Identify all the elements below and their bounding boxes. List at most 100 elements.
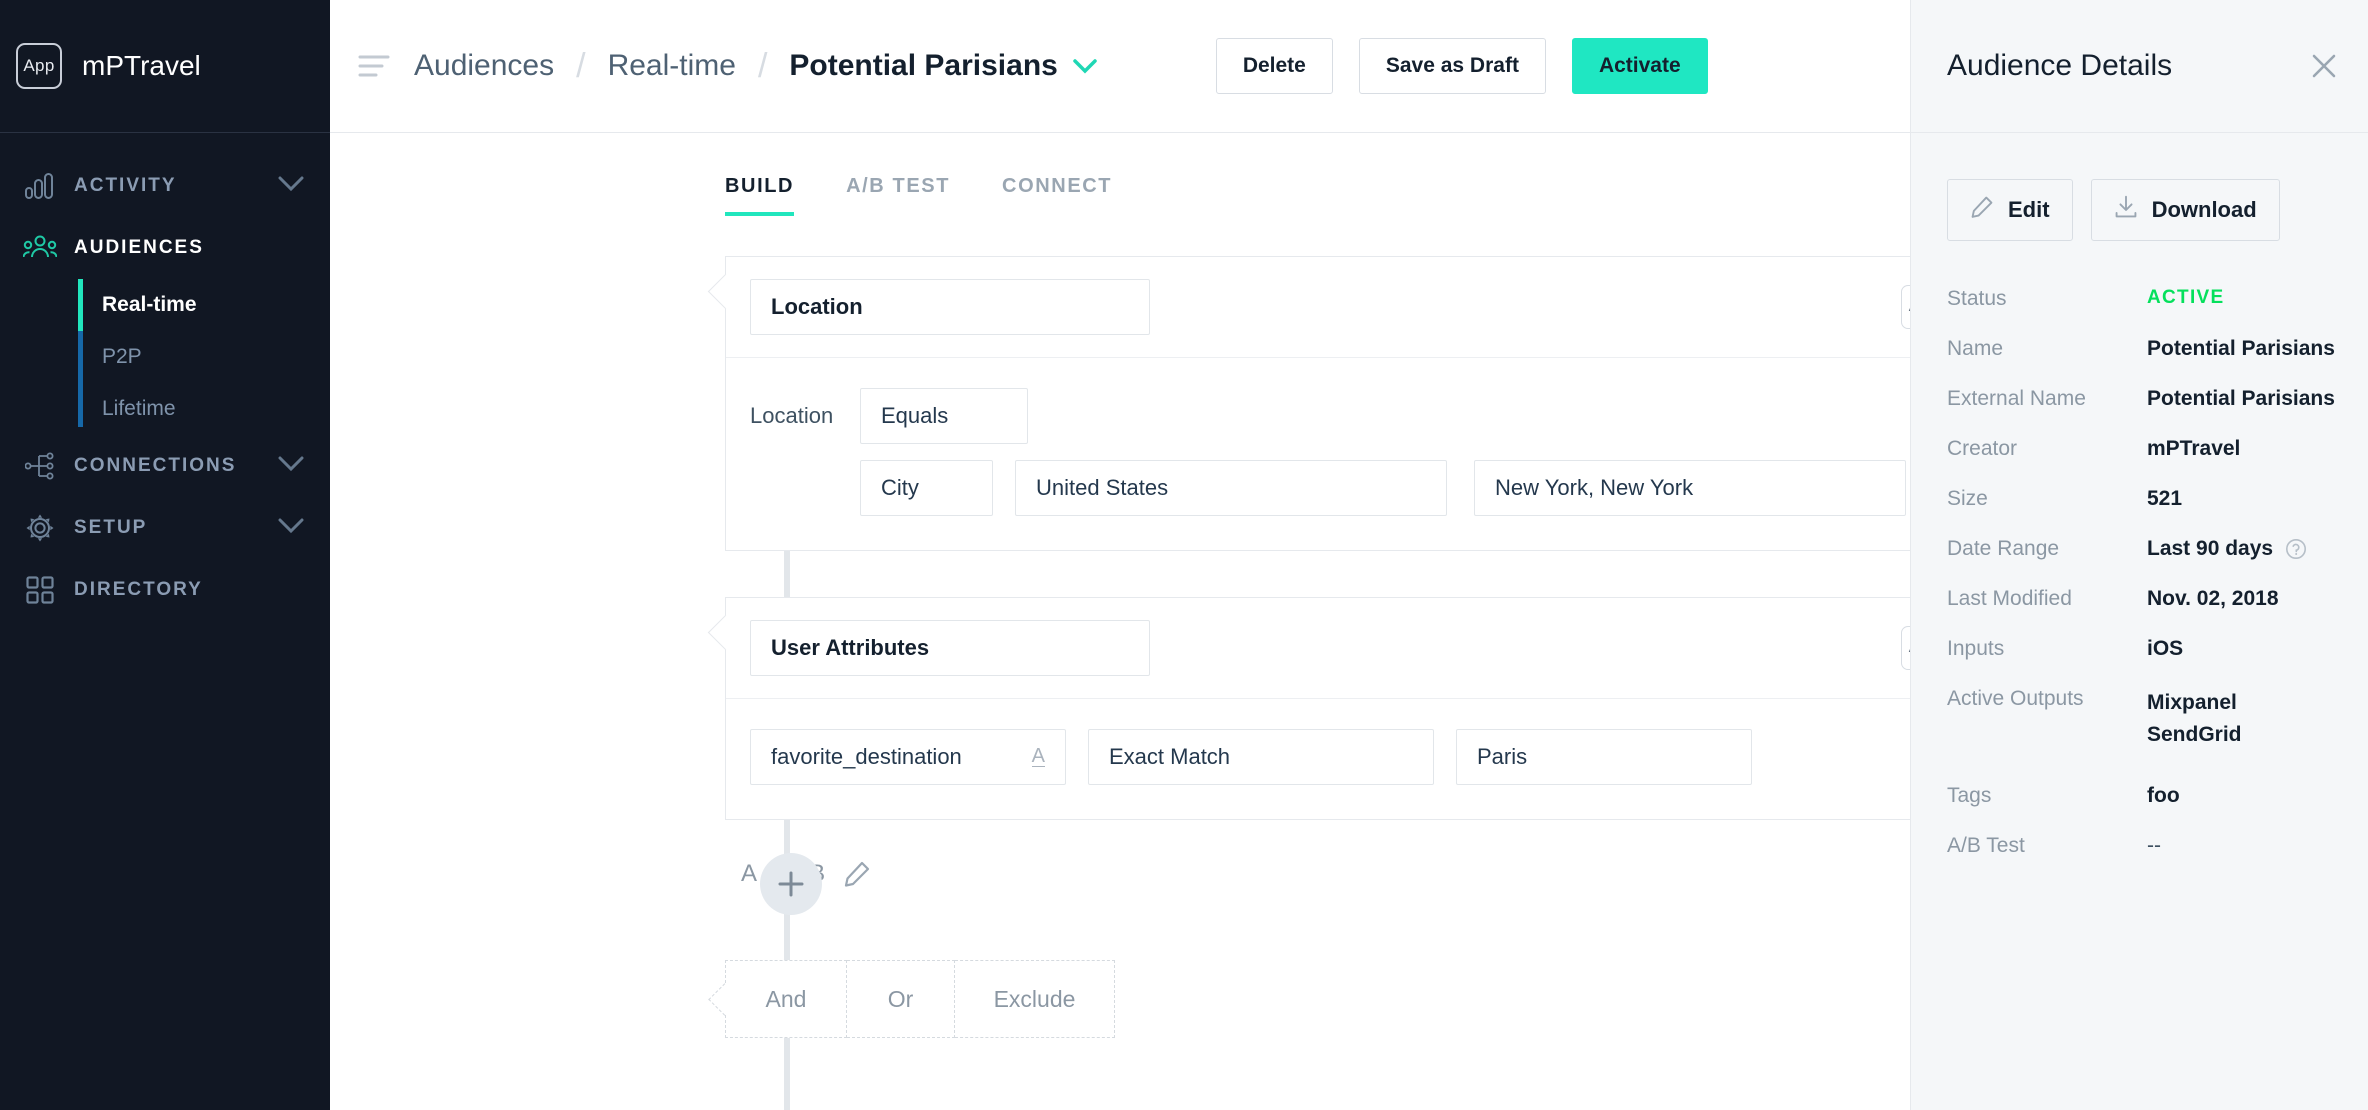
- sidebar-subitem-lifetime[interactable]: Lifetime: [78, 383, 330, 435]
- brand-name: mPTravel: [82, 50, 201, 81]
- pencil-icon[interactable]: [843, 860, 871, 888]
- operator-select-a[interactable]: Equals: [860, 388, 1028, 444]
- condition-card-a: Location App Location Equals: [725, 256, 1910, 551]
- location-country-select[interactable]: United States: [1015, 460, 1447, 516]
- detail-value-wrap: Last 90 days: [2147, 537, 2307, 561]
- sidebar-item-setup[interactable]: SETUP: [0, 497, 330, 559]
- detail-value: Potential Parisians: [2147, 337, 2335, 360]
- details-header: Audience Details: [1911, 0, 2368, 133]
- gear-icon: [18, 513, 62, 543]
- text-type-icon: A: [1031, 745, 1045, 767]
- app-logo-badge: App: [16, 43, 62, 89]
- sidebar-subnav-audiences: Real-time P2P Lifetime: [0, 279, 330, 435]
- detail-value: Mixpanel: [2147, 691, 2237, 714]
- audience-details-panel: Audience Details Edit Download Status AC…: [1910, 0, 2368, 1110]
- top-bar: Audiences / Real-time / Potential Parisi…: [330, 0, 1910, 133]
- detail-row-external-name: External Name Potential Parisians: [1947, 387, 2338, 411]
- detail-row-creator: Creator mPTravel: [1947, 437, 2338, 461]
- sidebar-item-activity[interactable]: ACTIVITY: [0, 155, 330, 217]
- sidebar-item-label: CONNECTIONS: [74, 455, 237, 476]
- add-condition-button[interactable]: [760, 853, 822, 915]
- condition-type-select-b[interactable]: User Attributes: [750, 620, 1150, 676]
- topbar-actions: Delete Save as Draft Activate: [1215, 38, 1708, 94]
- details-actions: Edit Download: [1911, 133, 2368, 241]
- detail-key: Tags: [1947, 784, 1992, 807]
- sidebar-item-directory[interactable]: DIRECTORY: [0, 559, 330, 621]
- activate-button[interactable]: Activate: [1571, 38, 1708, 94]
- attribute-value-input[interactable]: Paris: [1456, 729, 1752, 785]
- detail-key: Status: [1947, 287, 2007, 310]
- download-button[interactable]: Download: [2090, 179, 2280, 241]
- detail-row-name: Name Potential Parisians: [1947, 337, 2338, 361]
- detail-row-status: Status ACTIVE: [1947, 287, 2338, 311]
- close-icon[interactable]: [2310, 52, 2338, 80]
- sidebar-subitem-real-time[interactable]: Real-time: [78, 279, 330, 331]
- condition-row: favorite_destination A Exact Match Paris: [750, 729, 1910, 785]
- app-root: App mPTravel ACTIVITY AUDIENCES Real-tim…: [0, 0, 2368, 1110]
- detail-value: 521: [2147, 487, 2183, 510]
- detail-row-active-outputs: Active Outputs Mixpanel SendGrid: [1947, 687, 2338, 750]
- sidebar: App mPTravel ACTIVITY AUDIENCES Real-tim…: [0, 0, 330, 1110]
- condition-card-header: Location App: [726, 257, 1910, 358]
- detail-row-tags: Tags foo: [1947, 784, 2338, 808]
- attribute-select[interactable]: favorite_destination A: [750, 729, 1066, 785]
- detail-key: Date Range: [1947, 537, 2060, 560]
- condition-type-select-a[interactable]: Location: [750, 279, 1150, 335]
- hamburger-icon[interactable]: [358, 53, 390, 79]
- tab-ab-test[interactable]: A/B TEST: [846, 175, 950, 216]
- nodes-icon: [18, 452, 62, 480]
- location-city-select[interactable]: New York, New York: [1474, 460, 1906, 516]
- detail-value: foo: [2147, 784, 2180, 807]
- detail-value-wrap: Mixpanel SendGrid: [2147, 687, 2242, 750]
- detail-value: --: [2147, 834, 2161, 857]
- chevron-down-icon: [278, 176, 304, 197]
- brand[interactable]: App mPTravel: [0, 0, 330, 133]
- people-icon: [18, 235, 62, 261]
- sidebar-item-label: ACTIVITY: [74, 175, 177, 196]
- breadcrumb-item-audiences[interactable]: Audiences: [414, 49, 554, 83]
- details-list: Status ACTIVE Name Potential Parisians E…: [1911, 241, 2368, 858]
- breadcrumb-separator: /: [757, 46, 768, 85]
- detail-row-size: Size 521: [1947, 487, 2338, 511]
- detail-value: Last 90 days: [2147, 537, 2274, 560]
- detail-value: Nov. 02, 2018: [2147, 587, 2279, 610]
- sidebar-item-connections[interactable]: CONNECTIONS: [0, 435, 330, 497]
- download-icon: [2114, 195, 2138, 225]
- help-circle-icon[interactable]: [2285, 538, 2307, 560]
- detail-value: Potential Parisians: [2147, 387, 2335, 410]
- edit-button[interactable]: Edit: [1947, 179, 2073, 241]
- tab-build[interactable]: BUILD: [725, 175, 795, 216]
- logic-summary-row: A and B: [725, 820, 1910, 888]
- breadcrumb-current-audience[interactable]: Potential Parisians: [789, 49, 1057, 83]
- app-badge-button[interactable]: App: [1901, 285, 1910, 329]
- add-and-button[interactable]: And: [725, 960, 847, 1038]
- detail-key: Active Outputs: [1947, 687, 2084, 710]
- chevron-down-icon: [278, 456, 304, 477]
- condition-row: City United States New York, New York: [750, 460, 1910, 516]
- tab-connect[interactable]: CONNECT: [1002, 175, 1112, 216]
- detail-key: Name: [1947, 337, 2004, 360]
- condition-card-b: User Attributes App favorite_destinat: [725, 597, 1910, 820]
- condition-card-body: favorite_destination A Exact Match Paris: [726, 699, 1910, 819]
- add-or-button[interactable]: Or: [847, 960, 955, 1038]
- location-granularity-select[interactable]: City: [860, 460, 993, 516]
- plus-icon: [778, 871, 804, 897]
- chevron-down-icon[interactable]: [1072, 57, 1098, 75]
- sidebar-item-label: AUDIENCES: [74, 237, 204, 258]
- breadcrumb-item-real-time[interactable]: Real-time: [608, 49, 736, 83]
- main-content: Audiences / Real-time / Potential Parisi…: [330, 0, 1910, 1110]
- detail-key: Last Modified: [1947, 587, 2072, 610]
- sidebar-subitem-p2p[interactable]: P2P: [78, 331, 330, 383]
- sidebar-item-audiences[interactable]: AUDIENCES: [0, 217, 330, 279]
- delete-button[interactable]: Delete: [1215, 38, 1333, 94]
- condition-card-body: Location Equals City United States New Y…: [726, 358, 1910, 550]
- detail-value: mPTravel: [2147, 437, 2241, 460]
- detail-key: Creator: [1947, 437, 2018, 460]
- tab-bar: BUILD A/B TEST CONNECT: [330, 133, 1910, 216]
- chevron-down-icon: [278, 518, 304, 539]
- save-as-draft-button[interactable]: Save as Draft: [1358, 38, 1546, 94]
- app-badge-button[interactable]: App: [1901, 626, 1910, 670]
- match-operator-select[interactable]: Exact Match: [1088, 729, 1434, 785]
- detail-key: Inputs: [1947, 637, 2005, 660]
- add-exclude-button[interactable]: Exclude: [955, 960, 1115, 1038]
